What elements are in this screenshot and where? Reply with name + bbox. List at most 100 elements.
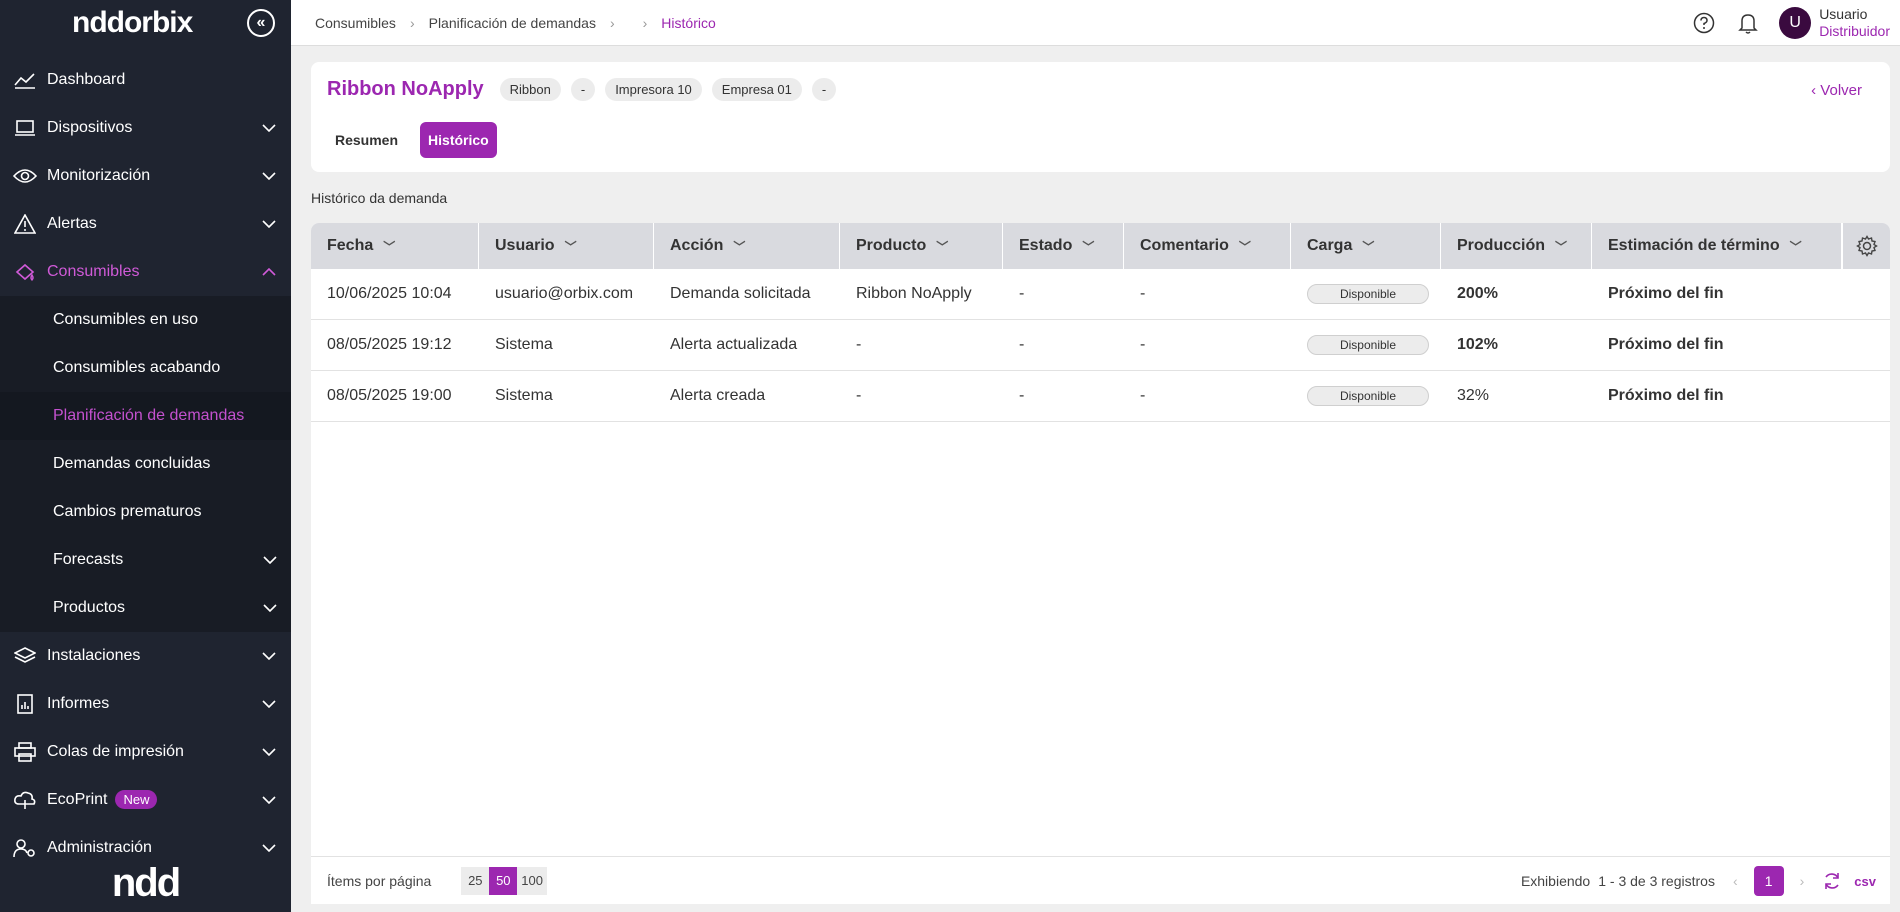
column-header-producto[interactable]: Producto ﹀ — [840, 223, 1003, 269]
cell-fecha: 08/05/2025 19:00 — [327, 387, 452, 404]
column-header-fecha[interactable]: Fecha ﹀ — [311, 223, 479, 269]
avatar[interactable]: U — [1779, 7, 1812, 39]
cell-produccion: 32% — [1457, 387, 1490, 404]
title-row: Ribbon NoApply Ribbon - Impresora 10 Emp… — [327, 78, 846, 101]
column-header-usuario[interactable]: Usuario ﹀ — [479, 223, 654, 269]
user-role: Distribuidor — [1819, 23, 1890, 39]
sidebar-item-colas[interactable]: Colas de impresión — [0, 728, 291, 776]
column-label: Carga — [1307, 237, 1353, 254]
printer-icon — [12, 741, 38, 763]
user-name: Usuario — [1819, 6, 1868, 22]
sidebar-item-label: EcoPrint New — [47, 790, 261, 809]
chevron-right-icon: › — [642, 14, 648, 31]
cell-produccion: 102% — [1457, 336, 1498, 353]
sidebar-subitem-consumibles-acabando[interactable]: Consumibles acabando — [0, 344, 291, 392]
next-page-icon[interactable]: › — [1800, 873, 1805, 889]
column-header-accion[interactable]: Acción ﹀ — [654, 223, 840, 269]
sidebar-item-alertas[interactable]: Alertas — [0, 200, 291, 248]
sidebar-item-ecoprint[interactable]: EcoPrint New — [0, 776, 291, 824]
chevron-down-icon: ﹀ — [1555, 239, 1568, 254]
sidebar-item-label: Monitorización — [47, 167, 151, 184]
help-icon[interactable] — [1691, 10, 1717, 36]
chip-dash: - — [811, 78, 837, 101]
sidebar-subitem-productos[interactable]: Productos — [0, 584, 291, 632]
page-size-50[interactable]: 50 — [489, 866, 518, 895]
breadcrumb-planificacion[interactable]: Planificación de demandas — [429, 15, 596, 31]
sidebar-item-instalaciones[interactable]: Instalaciones — [0, 632, 291, 680]
sidebar-nav: Dashboard Dispositivos Monitorización Al… — [0, 56, 291, 872]
column-header-comentario[interactable]: Comentario ﹀ — [1124, 223, 1291, 269]
chevron-down-icon: ﹀ — [564, 239, 577, 254]
chart-line-icon — [12, 69, 38, 91]
collapse-sidebar-icon[interactable]: « — [247, 9, 275, 37]
cell-comentario: - — [1140, 336, 1146, 353]
cell-produccion: 200% — [1457, 285, 1498, 302]
table-header: Fecha ﹀ Usuario ﹀ Acción ﹀ Producto ﹀ Estado… — [311, 223, 1890, 269]
column-label: Usuario — [495, 237, 555, 254]
column-header-estimacion[interactable]: Estimación de término ﹀ — [1592, 223, 1842, 269]
app-logo: nddorbix — [72, 6, 193, 39]
sidebar-item-label: Administración — [47, 839, 152, 856]
column-header-carga[interactable]: Carga ﹀ — [1291, 223, 1441, 269]
sidebar-subitem-forecasts[interactable]: Forecasts — [0, 536, 291, 584]
chevron-down-icon: ﹀ — [936, 239, 949, 254]
sidebar-item-informes[interactable]: Informes — [0, 680, 291, 728]
table-row[interactable]: 10/06/2025 10:04 usuario@orbix.com Deman… — [311, 269, 1890, 320]
column-header-estado[interactable]: Estado ﹀ — [1003, 223, 1124, 269]
cell-producto: - — [856, 387, 862, 404]
user-info[interactable]: Usuario Distribuidor — [1819, 6, 1890, 40]
column-label: Estimación de término — [1608, 237, 1780, 254]
cell-estimacion: Próximo del fin — [1608, 336, 1724, 353]
sidebar-subitem-cambios-prematuros[interactable]: Cambios prematuros — [0, 488, 291, 536]
sidebar-subitem-label: Productos — [53, 599, 126, 616]
tab-historico[interactable]: Histórico — [420, 122, 497, 158]
sidebar-item-label: Dashboard — [47, 71, 126, 88]
chevron-down-icon — [261, 792, 277, 808]
sidebar-item-label: Consumibles — [47, 263, 140, 280]
tab-resumen[interactable]: Resumen — [327, 122, 406, 158]
sidebar: nddorbix « Dashboard Dispositivos Monito… — [0, 0, 291, 912]
cell-estado: - — [1019, 336, 1025, 353]
prev-page-icon[interactable]: ‹ — [1733, 873, 1738, 889]
page-size-100[interactable]: 100 — [517, 866, 547, 895]
pagination: Exhibiendo 1 - 3 de 3 registros ‹ 1 › cs… — [1521, 857, 1876, 904]
table-row[interactable]: 08/05/2025 19:12 Sistema Alerta actualiz… — [311, 320, 1890, 371]
cell-estimacion: Próximo del fin — [1608, 285, 1724, 302]
chevron-down-icon — [261, 648, 277, 664]
chevron-down-icon: ﹀ — [733, 239, 746, 254]
sidebar-item-monitorizacion[interactable]: Monitorización — [0, 152, 291, 200]
bell-icon[interactable] — [1735, 10, 1761, 36]
column-label: Producto — [856, 237, 927, 254]
sidebar-item-dashboard[interactable]: Dashboard — [0, 56, 291, 104]
cell-estado: - — [1019, 387, 1025, 404]
status-badge: Disponible — [1307, 284, 1429, 304]
back-link[interactable]: ‹ Volver — [1811, 82, 1862, 99]
cell-fecha: 10/06/2025 10:04 — [327, 285, 452, 302]
breadcrumb-consumibles[interactable]: Consumibles — [315, 15, 396, 31]
table-footer: Ítems por página 25 50 100 Exhibiendo 1 … — [311, 856, 1890, 904]
sidebar-subitem-demandas-concluidas[interactable]: Demandas concluidas — [0, 440, 291, 488]
chevron-down-icon — [263, 551, 277, 569]
chevron-down-icon — [261, 216, 277, 232]
sidebar-item-consumibles[interactable]: Consumibles — [0, 248, 291, 296]
tabs: Resumen Histórico — [327, 122, 511, 158]
sidebar-subitem-planificacion[interactable]: Planificación de demandas — [0, 392, 291, 440]
topbar: Consumibles › Planificación de demandas … — [291, 0, 1900, 46]
sidebar-item-label: Informes — [47, 695, 110, 712]
gear-icon[interactable] — [1842, 223, 1890, 269]
page-size-25[interactable]: 25 — [461, 866, 490, 895]
sidebar-item-dispositivos[interactable]: Dispositivos — [0, 104, 291, 152]
chevron-down-icon — [261, 744, 277, 760]
warning-icon — [12, 213, 38, 235]
refresh-icon[interactable] — [1822, 871, 1842, 891]
column-label: Producción — [1457, 237, 1546, 254]
table-row[interactable]: 08/05/2025 19:00 Sistema Alerta creada -… — [311, 371, 1890, 422]
page-button-current[interactable]: 1 — [1753, 866, 1784, 896]
csv-export-button[interactable]: csv — [1854, 874, 1876, 889]
column-header-produccion[interactable]: Producción ﹀ — [1441, 223, 1592, 269]
cell-carga: Disponible — [1291, 320, 1441, 370]
sidebar-item-label: Alertas — [47, 215, 97, 232]
chevron-down-icon — [261, 120, 277, 136]
sidebar-subitem-consumibles-en-uso[interactable]: Consumibles en uso — [0, 296, 291, 344]
chevron-down-icon — [261, 840, 277, 856]
